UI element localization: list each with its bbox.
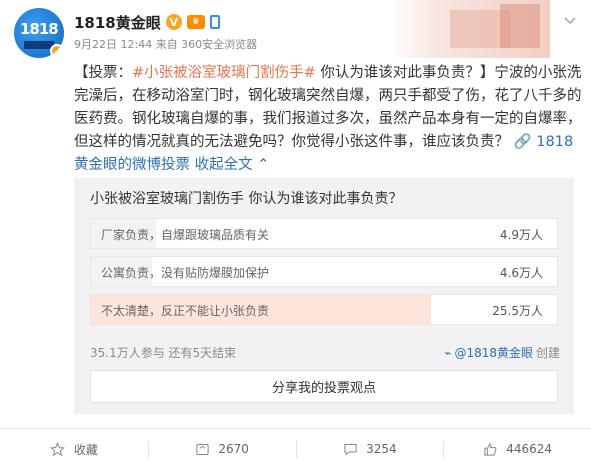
favorite-label: 收藏 <box>73 442 98 457</box>
poll-option-count: 4.9万人 <box>499 228 543 242</box>
link-icon: 🔗 <box>513 134 537 150</box>
verified-badge-icon <box>50 44 64 58</box>
poll-option-label: 不太清楚，反正不能让小张负责 <box>101 304 270 318</box>
comment-button[interactable]: 3254 <box>295 429 444 469</box>
share-vote-button[interactable]: 分享我的投票观点 <box>90 370 558 403</box>
poll-option-count: 4.6万人 <box>499 266 543 280</box>
poll-card: 小张被浴室玻璃门割伤手 你认为谁该对此事负责？ 厂家负责，自爆跟玻璃品质有关 4… <box>74 178 574 414</box>
favorite-button[interactable]: 收藏 <box>0 429 148 469</box>
post-meta: 9月22日 12:44 来自 360安全浏览器 <box>74 38 258 51</box>
poll-option-label: 厂家负责，自爆跟玻璃品质有关 <box>101 228 270 242</box>
avatar-logo-text: 1818 <box>20 20 59 38</box>
poll-creator-suffix: 创建 <box>535 346 560 360</box>
poll-option[interactable]: 公寓负责，没有贴防爆膜加保护 4.6万人 <box>90 256 558 287</box>
like-count: 446624 <box>506 442 553 456</box>
thumbs-up-icon <box>482 441 498 457</box>
phone-icon <box>209 15 220 29</box>
post-text: 【投票：#小张被浴室玻璃门割伤手# 你认为谁该对此事负责？】宁波的小张洗完澡后，… <box>74 65 582 173</box>
action-bar: 收藏 2670 3254 446624 <box>0 428 591 469</box>
like-button[interactable]: 446624 <box>443 429 591 469</box>
poll-option-label: 公寓负责，没有贴防爆膜加保护 <box>101 266 270 280</box>
topic-link[interactable]: #小张被浴室玻璃门割伤手# <box>132 65 316 81</box>
chevron-up-icon[interactable]: ⌃ <box>253 157 269 173</box>
poll-option[interactable]: 厂家负责，自爆跟玻璃品质有关 4.9万人 <box>90 218 558 249</box>
repost-button[interactable]: 2670 <box>147 429 296 469</box>
header-banner-image <box>390 0 550 58</box>
link-icon: ⌁ <box>444 345 452 360</box>
chevron-down-icon[interactable] <box>558 12 582 30</box>
repost-icon <box>194 441 210 457</box>
post-header: 1818 1818黄金眼 V ♛ 9月22日 12:44 来自 360安全浏览器 <box>0 0 591 58</box>
poll-creator-link[interactable]: @1818黄金眼 <box>454 344 533 361</box>
username[interactable]: 1818黄金眼 <box>74 12 161 33</box>
poll-creator: ⌁ @1818黄金眼 创建 <box>444 344 560 361</box>
avatar[interactable]: 1818 <box>14 8 64 58</box>
comment-icon <box>342 441 358 457</box>
collapse-link[interactable]: 收起全文 <box>195 157 253 173</box>
poll-question: 小张被浴室玻璃门割伤手 你认为谁该对此事负责？ <box>90 191 403 207</box>
poll-stats: 35.1万人参与 还有5天结束 <box>90 346 237 360</box>
star-icon <box>50 441 66 457</box>
vip-crown-icon: ♛ <box>186 15 205 29</box>
poll-option-count: 25.5万人 <box>492 304 543 318</box>
comment-count: 3254 <box>366 442 397 456</box>
poll-option-selected[interactable]: 不太清楚，反正不能让小张负责 25.5万人 <box>90 294 558 325</box>
repost-count: 2670 <box>218 442 249 456</box>
verified-v-icon: V <box>165 14 182 30</box>
